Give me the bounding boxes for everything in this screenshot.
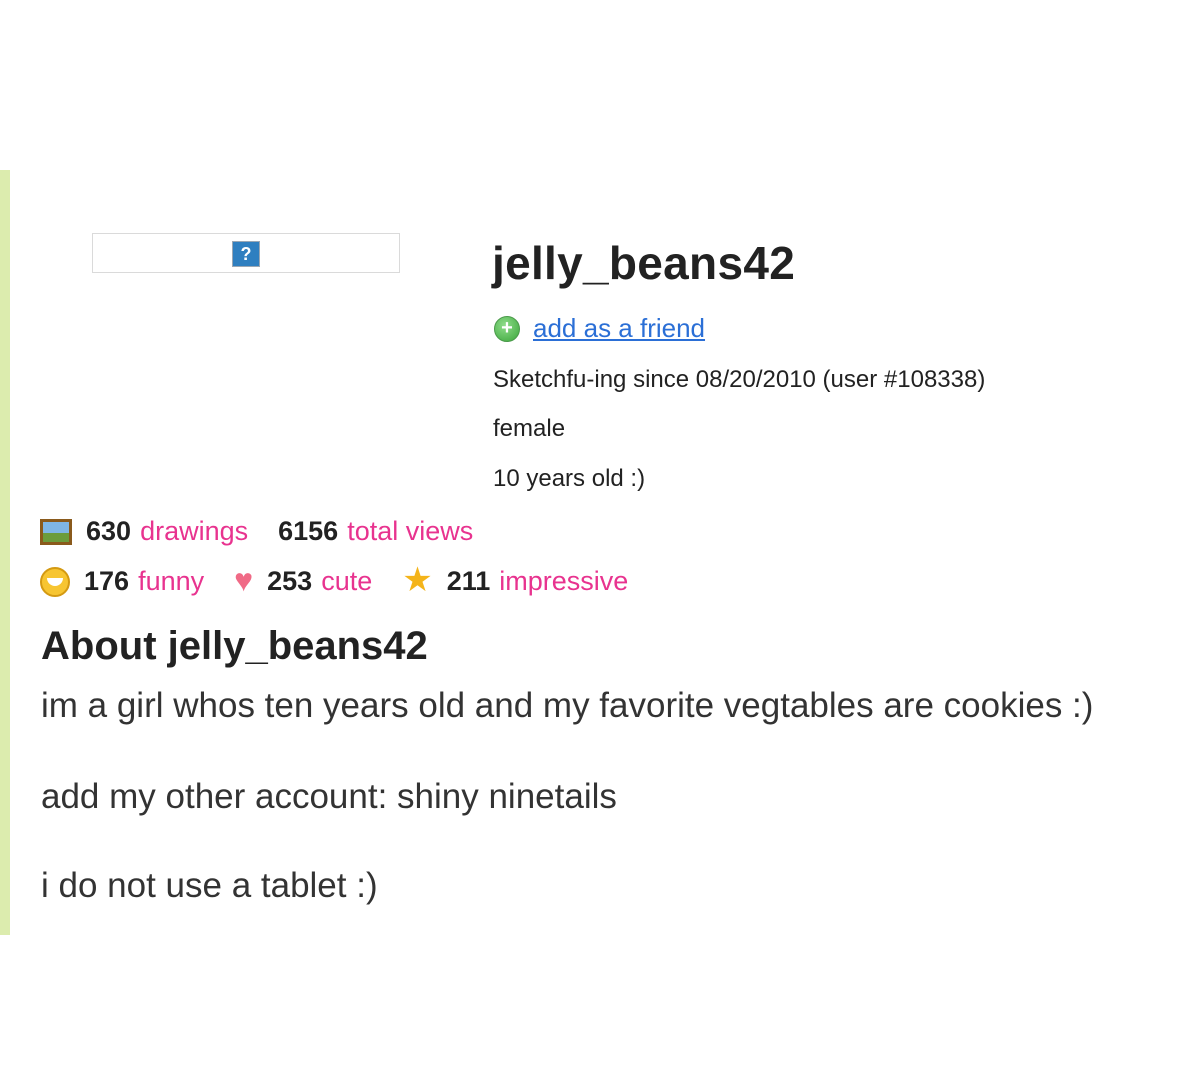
add-friend-link-row[interactable]: + add as a friend [494,313,705,344]
smile-icon [40,566,70,597]
views-label: total views [347,516,474,546]
cute-label[interactable]: cute [321,566,372,597]
funny-count: 176 [84,566,130,596]
star-icon: ★ [402,560,433,599]
age: 10 years old :) [493,465,646,492]
plus-circle-icon[interactable]: + [494,315,520,342]
views-count: 6156 [278,516,339,546]
funny-label[interactable]: funny [138,566,204,597]
impressive-count: 211 [446,566,491,596]
page-title: jelly_beans42 [492,237,796,289]
stat-drawings[interactable]: 630 drawings [40,516,248,547]
stat-cute[interactable]: ♥ 253 cute [234,561,372,598]
stat-impressive[interactable]: ★ 211 impressive [402,560,628,599]
gender: female [493,415,566,442]
avatar[interactable]: ? [92,233,400,273]
stats-row-1: 630 drawings 6156 total views [40,516,503,547]
impressive-label[interactable]: impressive [499,566,628,597]
member-since: Sketchfu-ing since 08/20/2010 (user #108… [493,366,986,393]
about-heading: About jelly_beans42 [41,624,428,668]
left-accent-stripe [0,170,10,935]
question-mark-icon: ? [232,241,260,267]
drawings-count: 630 [86,516,132,546]
about-line: im a girl whos ten years old and my favo… [41,686,1094,725]
picture-icon [40,518,72,545]
stats-row-2: 176 funny ♥ 253 cute ★ 211 impressive [40,560,658,599]
stat-views: 6156 total views [278,516,473,547]
stat-funny[interactable]: 176 funny [40,566,204,597]
about-line: add my other account: shiny ninetails [41,777,617,816]
add-friend-link[interactable]: add as a friend [533,313,705,344]
about-line: i do not use a tablet :) [41,866,378,905]
heart-icon: ♥ [234,561,254,598]
cute-count: 253 [267,566,313,596]
drawings-label[interactable]: drawings [140,516,248,547]
